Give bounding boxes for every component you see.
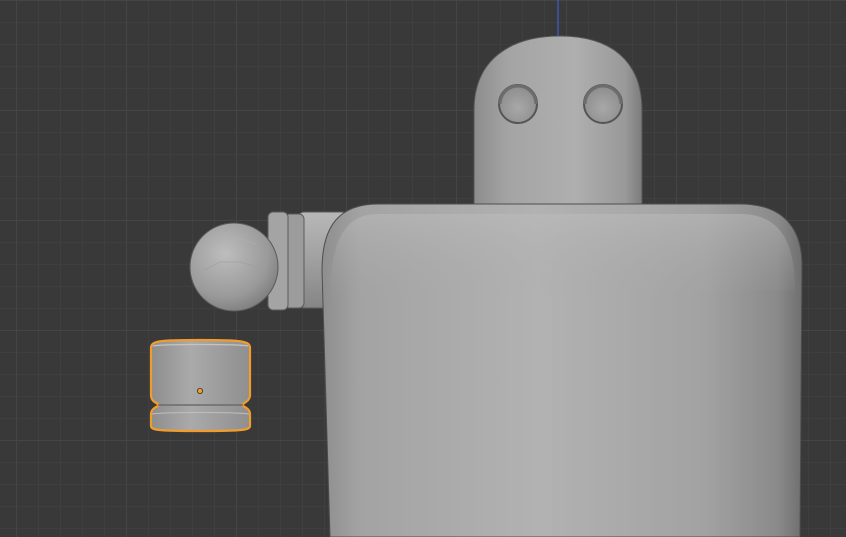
viewport-scene[interactable] xyxy=(0,0,846,537)
3d-viewport[interactable] xyxy=(0,0,846,537)
robot-head[interactable] xyxy=(473,35,643,211)
cylinder-part[interactable] xyxy=(149,338,252,433)
object-origin-point xyxy=(196,387,203,394)
robot-eye-right[interactable] xyxy=(583,84,623,124)
robot-body[interactable] xyxy=(321,203,803,537)
robot-eye-left[interactable] xyxy=(498,84,538,124)
robot-hand-sphere[interactable] xyxy=(189,222,279,312)
